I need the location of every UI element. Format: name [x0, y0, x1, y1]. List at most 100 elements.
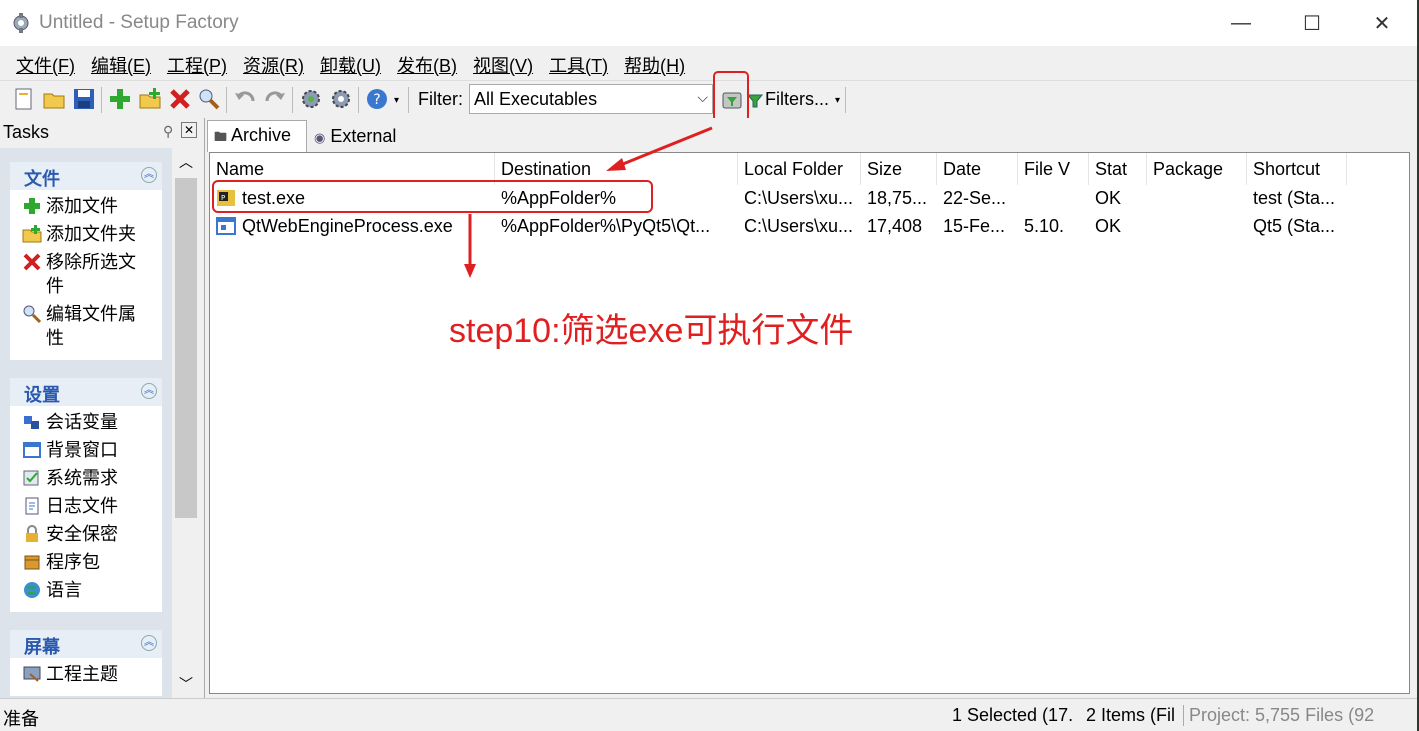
menu-item-4[interactable]: 卸载(U)	[312, 46, 389, 80]
menu-item-accelerator: B	[439, 56, 452, 76]
column-header-file-version[interactable]: File V	[1018, 153, 1089, 185]
filter-select[interactable]: All Executables ⌵	[469, 84, 713, 114]
scrollbar-thumb[interactable]	[175, 178, 197, 518]
add-folder-icon[interactable]	[138, 87, 162, 111]
menu-item-2[interactable]: 工程(P)	[159, 46, 235, 80]
search-icon[interactable]	[197, 87, 221, 111]
menu-item-accelerator: P	[209, 56, 222, 76]
scroll-down-icon[interactable]: ﹀	[179, 674, 193, 694]
collapse-icon[interactable]: ︽	[141, 383, 157, 399]
tab-bar: 🖿 Archive ◉ External	[205, 118, 1418, 152]
menu-item-6[interactable]: 视图(V)	[465, 46, 541, 80]
cell-status: OK	[1095, 188, 1122, 208]
task-pane-scrollbar[interactable]: ︿ ﹀	[173, 148, 199, 698]
menu-item-label-end: )	[298, 56, 305, 76]
task-group-screens: 屏幕 ︽ 工程主题	[10, 630, 162, 696]
toolbar-separator	[358, 87, 359, 113]
menu-item-0[interactable]: 文件(F)	[8, 46, 83, 80]
minimize-button[interactable]: —	[1218, 0, 1264, 46]
menu-item-label-end: )	[221, 56, 228, 76]
menu-item-label-end: )	[679, 56, 686, 76]
table-row[interactable]: QtWebEngineProcess.exe %AppFolder%\PyQt5…	[210, 213, 1409, 241]
close-pane-icon[interactable]: ✕	[181, 122, 197, 138]
cell-local-folder: C:\Users\xu...	[744, 188, 854, 208]
filter-value: All Executables	[474, 89, 598, 109]
filters-dropdown-arrow[interactable]: ▾	[835, 95, 840, 106]
status-project: Project: 5,755 Files (92	[1189, 705, 1375, 725]
cell-destination: %AppFolder%\PyQt5\Qt...	[501, 216, 711, 236]
task-background-window[interactable]: 背景窗口	[22, 438, 162, 462]
column-header-package[interactable]: Package	[1147, 153, 1247, 185]
menu-item-label: 工具(	[549, 56, 592, 76]
cell-local-folder: C:\Users\xu...	[744, 216, 854, 236]
menu-item-5[interactable]: 发布(B)	[389, 46, 465, 80]
column-header-local-folder[interactable]: Local Folder	[738, 153, 861, 185]
toolbar-separator	[101, 87, 102, 113]
cell-size: 17,408	[867, 216, 923, 236]
task-remove-selected[interactable]: 移除所选文件	[22, 250, 162, 298]
menu-item-label-end: )	[145, 56, 152, 76]
add-files-icon[interactable]	[108, 87, 132, 111]
title-bar: Untitled - Setup Factory — ☐ ✕	[0, 0, 1417, 46]
window-icon	[23, 442, 41, 458]
add-icon	[24, 198, 40, 214]
column-header-shortcut[interactable]: Shortcut	[1247, 153, 1347, 185]
lock-icon	[26, 525, 38, 542]
task-edit-properties[interactable]: 编辑文件属性	[22, 302, 162, 350]
globe-icon	[24, 582, 40, 598]
task-log-file[interactable]: 日志文件	[22, 494, 162, 518]
task-add-files[interactable]: 添加文件	[22, 194, 162, 218]
remove-icon[interactable]	[168, 87, 192, 111]
cell-date: 22-Se...	[943, 188, 1007, 208]
menu-item-accelerator: H	[666, 56, 680, 76]
undo-icon[interactable]	[233, 87, 257, 111]
open-project-icon[interactable]	[42, 87, 66, 111]
menu-item-accelerator: V	[515, 56, 528, 76]
help-dropdown-arrow[interactable]: ▾	[394, 95, 399, 106]
status-bar: 准备 1 Selected (17. 2 Items (Fil Project:…	[0, 698, 1417, 731]
task-security[interactable]: 安全保密	[22, 522, 162, 546]
status-ready: 准备	[3, 709, 39, 729]
task-packages[interactable]: 程序包	[22, 550, 162, 574]
save-icon[interactable]	[72, 87, 96, 111]
chevron-down-icon: ⌵	[697, 89, 708, 105]
task-add-folder[interactable]: 添加文件夹	[22, 222, 162, 246]
collapse-icon[interactable]: ︽	[141, 635, 157, 651]
column-header-status[interactable]: Stat	[1089, 153, 1147, 185]
log-file-icon	[25, 497, 39, 515]
cell-name: QtWebEngineProcess.exe	[242, 216, 453, 236]
publish-icon[interactable]	[329, 87, 353, 111]
task-project-theme[interactable]: 工程主题	[22, 662, 162, 686]
toolbar-separator	[845, 87, 846, 113]
task-language[interactable]: 语言	[22, 578, 162, 602]
task-session-variables[interactable]: 会话变量	[22, 410, 162, 434]
menu-bar: 文件(F) 编辑(E) 工程(P) 资源(R) 卸载(U) 发布(B) 视图(V) 工具(T)…	[0, 46, 1417, 80]
status-selected: 1 Selected (17.	[952, 705, 1074, 725]
help-icon[interactable]: ?	[365, 87, 389, 111]
tab-external[interactable]: ◉ External	[308, 122, 408, 154]
app-window: Untitled - Setup Factory — ☐ ✕ 文件(F) 编辑(E…	[0, 0, 1419, 731]
pin-icon[interactable]: ⚲	[163, 123, 173, 140]
menu-item-1[interactable]: 编辑(E)	[83, 46, 159, 80]
close-button[interactable]: ✕	[1359, 0, 1405, 46]
cell-shortcut: test (Sta...	[1253, 188, 1336, 208]
menu-item-8[interactable]: 帮助(H)	[616, 46, 693, 80]
scroll-up-icon[interactable]: ︿	[179, 152, 193, 172]
cell-shortcut: Qt5 (Sta...	[1253, 216, 1336, 236]
filter-funnel-icon	[747, 94, 763, 108]
toolbar-separator	[226, 87, 227, 113]
menu-item-7[interactable]: 工具(T)	[541, 46, 616, 80]
column-header-date[interactable]: Date	[937, 153, 1018, 185]
menu-item-3[interactable]: 资源(R)	[235, 46, 312, 80]
task-system-requirements[interactable]: 系统需求	[22, 466, 162, 490]
new-project-icon[interactable]	[12, 87, 36, 111]
filters-button[interactable]: Filters...	[765, 89, 829, 110]
maximize-button[interactable]: ☐	[1289, 0, 1335, 46]
column-header-size[interactable]: Size	[861, 153, 937, 185]
collapse-icon[interactable]: ︽	[141, 167, 157, 183]
redo-icon[interactable]	[263, 87, 287, 111]
task-group-title: 屏幕	[24, 637, 60, 657]
requirements-icon	[23, 470, 39, 486]
build-icon[interactable]	[299, 87, 323, 111]
tab-archive[interactable]: 🖿 Archive	[207, 120, 307, 152]
